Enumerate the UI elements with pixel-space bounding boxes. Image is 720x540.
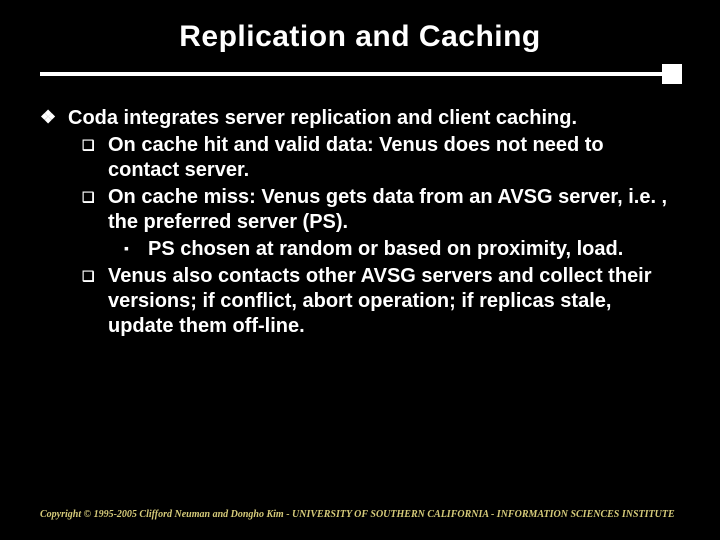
bullet-level-3: ▪ PS chosen at random or based on proxim…: [124, 237, 680, 262]
copyright-footer: Copyright © 1995-2005 Clifford Neuman an…: [40, 509, 675, 520]
bullet-text: Venus also contacts other AVSG servers a…: [108, 264, 680, 339]
slide-title: Replication and Caching: [40, 20, 680, 54]
slide-content: ❖ Coda integrates server replication and…: [40, 106, 680, 339]
filled-square-bullet-icon: ▪: [124, 237, 148, 262]
bullet-level-1: ❖ Coda integrates server replication and…: [40, 106, 680, 131]
bullet-text: Coda integrates server replication and c…: [68, 106, 680, 131]
bullet-level-2: ❑ Venus also contacts other AVSG servers…: [82, 264, 680, 339]
diamond-bullet-icon: ❖: [40, 106, 68, 131]
title-rule: [40, 72, 680, 76]
square-bullet-icon: ❑: [82, 264, 108, 339]
bullet-level-2: ❑ On cache hit and valid data: Venus doe…: [82, 133, 680, 183]
square-bullet-icon: ❑: [82, 185, 108, 235]
bullet-text: On cache miss: Venus gets data from an A…: [108, 185, 680, 235]
slide: Replication and Caching ❖ Coda integrate…: [0, 0, 720, 540]
bullet-text: PS chosen at random or based on proximit…: [148, 237, 680, 262]
bullet-level-2: ❑ On cache miss: Venus gets data from an…: [82, 185, 680, 235]
bullet-text: On cache hit and valid data: Venus does …: [108, 133, 680, 183]
square-bullet-icon: ❑: [82, 133, 108, 183]
